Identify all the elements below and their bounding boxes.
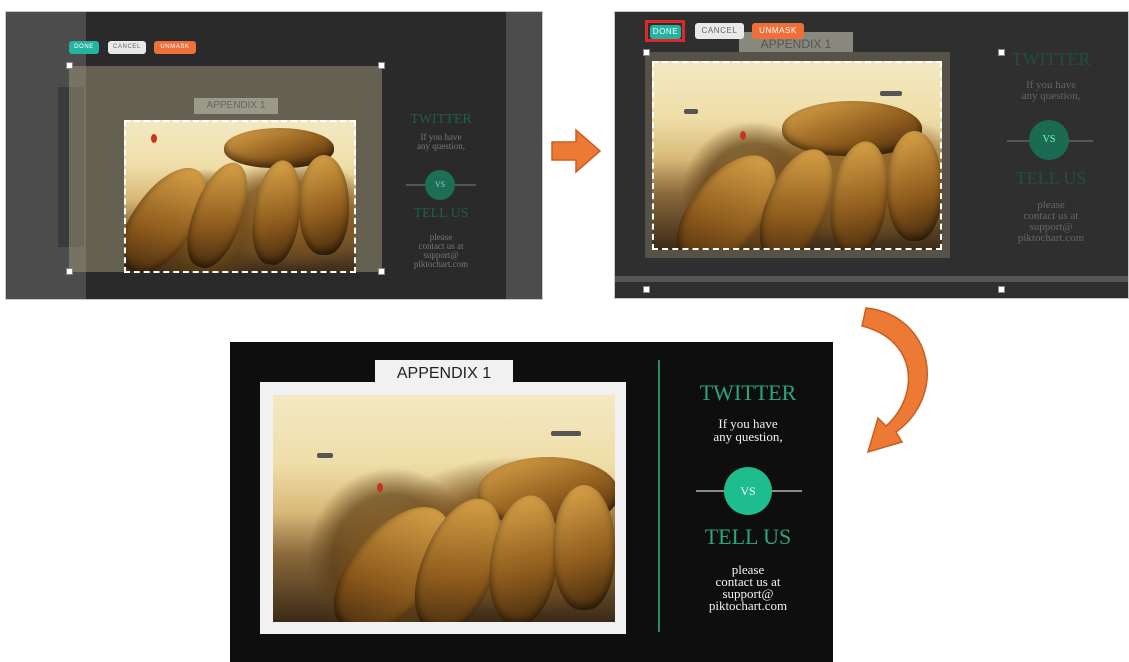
tell-us-heading: TELL US xyxy=(413,206,469,221)
resize-handle-tr[interactable] xyxy=(378,62,385,69)
contact-text: please contact us at support@ piktochart… xyxy=(401,233,481,269)
done-button[interactable]: DONE xyxy=(69,41,99,54)
resize-handle-bl[interactable] xyxy=(643,286,650,293)
boat-shape xyxy=(553,485,615,610)
tell-us-heading: TELL US xyxy=(1015,168,1087,188)
appendix-tag-faded: APPENDIX 1 xyxy=(194,98,278,114)
vs-badge: VS xyxy=(1029,120,1069,160)
distant-boat xyxy=(551,431,581,436)
contact-line: piktochart.com xyxy=(708,598,788,613)
result-infographic: APPENDIX 1 TWITTER If you have any quest… xyxy=(230,342,833,662)
twitter-text-line: any question, xyxy=(713,429,783,444)
vs-badge: VS xyxy=(425,170,455,200)
divider-bar xyxy=(615,276,1128,282)
vertical-divider xyxy=(658,360,660,632)
twitter-heading: TWITTER xyxy=(699,380,797,405)
twitter-heading: TWITTER xyxy=(410,112,472,127)
resize-handle-tl[interactable] xyxy=(643,49,650,56)
unmask-button[interactable]: UNMASK xyxy=(154,41,196,54)
crop-dashed-border xyxy=(124,120,356,273)
cancel-button[interactable]: CANCEL xyxy=(108,41,146,54)
vs-badge: VS xyxy=(724,467,772,515)
step1-screenshot: APPENDIX 1 DONE CANCEL UNMASK TWITTER If… xyxy=(5,11,543,300)
appendix-tag: APPENDIX 1 xyxy=(375,360,513,386)
step2-screenshot: APPENDIX 1 DONE CANCEL UNMASK TWITTER If… xyxy=(614,11,1129,299)
cancel-button[interactable]: CANCEL xyxy=(695,23,744,39)
tell-us-heading: TELL US xyxy=(704,524,792,549)
crop-dashed-border xyxy=(652,61,942,250)
twitter-heading: TWITTER xyxy=(1011,49,1091,69)
photo-boats[interactable] xyxy=(273,395,615,622)
resize-handle-br[interactable] xyxy=(998,286,1005,293)
resize-handle-bl[interactable] xyxy=(66,268,73,275)
twitter-text: If you have any question, xyxy=(401,133,481,151)
unmask-button[interactable]: UNMASK xyxy=(752,23,804,39)
arrow-right-icon xyxy=(551,128,602,174)
contact-text: please contact us at support@ piktochart… xyxy=(1007,200,1095,244)
twitter-text-line: any question, xyxy=(1021,90,1081,102)
contact-line: piktochart.com xyxy=(1017,232,1085,244)
resize-handle-tl[interactable] xyxy=(66,62,73,69)
distant-boat xyxy=(317,453,333,458)
contact-text: please contact us at support@ piktochart… xyxy=(690,563,806,613)
kayaker xyxy=(377,483,383,492)
curved-arrow-icon xyxy=(861,307,928,454)
resize-handle-tr[interactable] xyxy=(998,49,1005,56)
resize-handle-br[interactable] xyxy=(378,268,385,275)
contact-line: piktochart.com xyxy=(413,259,469,269)
twitter-text: If you have any question, xyxy=(690,417,806,443)
done-button[interactable]: DONE xyxy=(650,25,681,39)
twitter-text-line: any question, xyxy=(417,141,465,151)
twitter-text: If you have any question, xyxy=(1007,80,1095,102)
